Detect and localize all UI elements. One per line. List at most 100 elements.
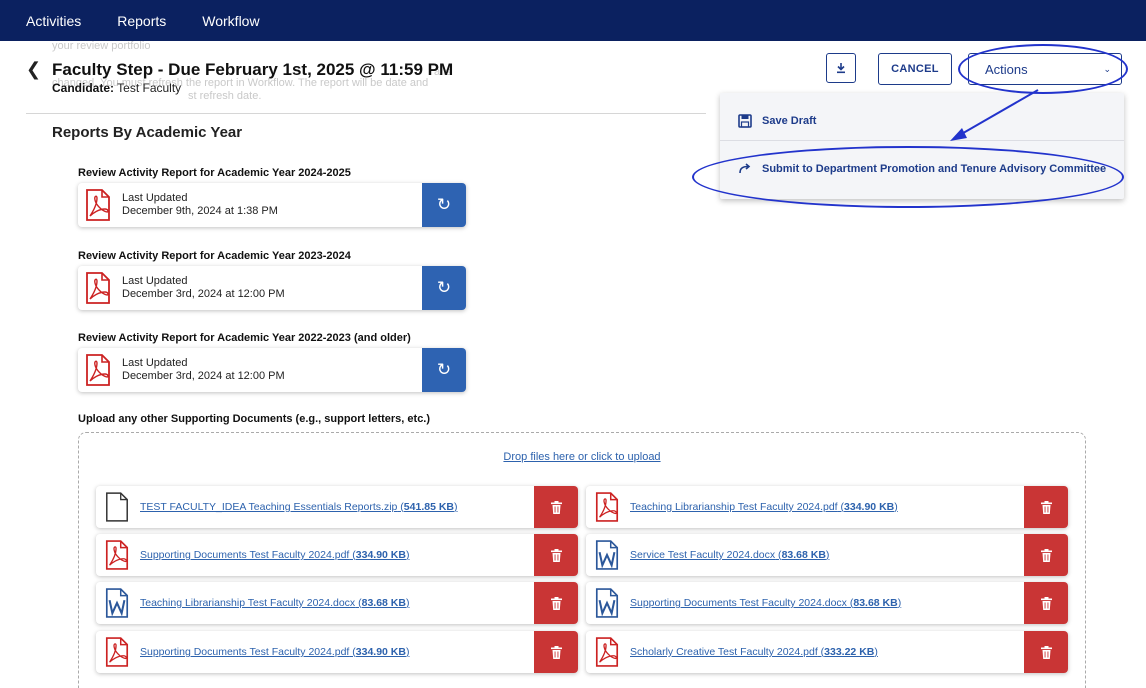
report-heading: Review Activity Report for Academic Year…	[78, 250, 351, 262]
nav-activities[interactable]: Activities	[26, 13, 81, 29]
file-name: Teaching Librarianship Test Faculty 2024…	[630, 501, 838, 513]
file-link[interactable]: Supporting Documents Test Faculty 2024.p…	[140, 549, 409, 561]
chevron-down-icon: ⌄	[1103, 63, 1111, 74]
menu-item-label: Submit to Department Promotion and Tenur…	[762, 163, 1107, 175]
file-size: 83.68 KB	[781, 549, 826, 561]
share-arrow-icon	[739, 163, 751, 174]
pdf-file-icon	[105, 540, 129, 570]
trash-icon	[1040, 645, 1052, 659]
refresh-icon: ↻	[436, 360, 452, 379]
word-file-icon	[595, 588, 619, 618]
file-link[interactable]: Service Test Faculty 2024.docx (83.68 KB…	[630, 549, 829, 561]
file-type-icon	[104, 588, 130, 618]
delete-file-button[interactable]	[534, 582, 578, 624]
file-card: Supporting Documents Test Faculty 2024.p…	[96, 534, 578, 576]
file-link[interactable]: Teaching Librarianship Test Faculty 2024…	[140, 597, 409, 609]
report-card: Last Updated December 3rd, 2024 at 12:00…	[78, 266, 466, 310]
page-title: Faculty Step - Due February 1st, 2025 @ …	[52, 60, 454, 79]
file-link[interactable]: Supporting Documents Test Faculty 2024.p…	[140, 646, 409, 658]
delete-file-button[interactable]	[1024, 631, 1068, 673]
download-icon	[837, 63, 845, 74]
file-type-icon	[104, 637, 130, 667]
file-name: Teaching Librarianship Test Faculty 2024…	[140, 597, 356, 609]
last-updated-label: Last Updated	[122, 357, 188, 369]
nav-workflow[interactable]: Workflow	[202, 13, 259, 29]
delete-file-button[interactable]	[534, 534, 578, 576]
file-link[interactable]: Supporting Documents Test Faculty 2024.d…	[630, 597, 901, 609]
word-file-icon	[595, 540, 619, 570]
file-card: Teaching Librarianship Test Faculty 2024…	[586, 486, 1068, 528]
drop-files-link[interactable]: Drop files here or click to upload	[79, 451, 1085, 463]
file-name: Scholarly Creative Test Faculty 2024.pdf	[630, 646, 818, 658]
file-link[interactable]: Scholarly Creative Test Faculty 2024.pdf…	[630, 646, 878, 658]
file-link[interactable]: Teaching Librarianship Test Faculty 2024…	[630, 501, 898, 513]
menu-item-submit[interactable]: Submit to Department Promotion and Tenur…	[720, 149, 1124, 189]
file-link[interactable]: TEST FACULTY_IDEA Teaching Essentials Re…	[140, 501, 458, 513]
report-heading: Review Activity Report for Academic Year…	[78, 167, 351, 179]
trash-icon	[550, 548, 562, 562]
word-file-icon	[105, 588, 129, 618]
pdf-file-icon	[86, 189, 110, 221]
refresh-report-button[interactable]: ↻	[422, 266, 466, 310]
cancel-button[interactable]: CANCEL	[878, 53, 952, 85]
trash-icon	[1040, 500, 1052, 514]
file-card: Service Test Faculty 2024.docx (83.68 KB…	[586, 534, 1068, 576]
file-card: Scholarly Creative Test Faculty 2024.pdf…	[586, 631, 1068, 673]
pdf-file-icon	[595, 637, 619, 667]
last-updated-label: Last Updated	[122, 192, 188, 204]
download-button[interactable]	[826, 53, 856, 83]
last-updated-value: December 3rd, 2024 at 12:00 PM	[122, 288, 285, 300]
refresh-icon: ↻	[436, 278, 452, 297]
file-size: 83.68 KB	[853, 597, 898, 609]
file-card: Supporting Documents Test Faculty 2024.p…	[96, 631, 578, 673]
delete-file-button[interactable]	[534, 486, 578, 528]
file-type-icon	[594, 637, 620, 667]
refresh-icon: ↻	[436, 195, 452, 214]
trash-icon	[550, 596, 562, 610]
delete-file-button[interactable]	[1024, 486, 1068, 528]
file-type-icon	[104, 540, 130, 570]
file-type-icon	[594, 492, 620, 522]
delete-file-button[interactable]	[1024, 534, 1068, 576]
file-card: Supporting Documents Test Faculty 2024.d…	[586, 582, 1068, 624]
trash-icon	[1040, 548, 1052, 562]
reports-section-title: Reports By Academic Year	[52, 124, 243, 141]
last-updated-value: December 9th, 2024 at 1:38 PM	[122, 205, 278, 217]
file-name: Supporting Documents Test Faculty 2024.d…	[630, 597, 847, 609]
file-size: 83.68 KB	[361, 597, 406, 609]
delete-file-button[interactable]	[534, 631, 578, 673]
menu-item-label: Save Draft	[762, 114, 817, 127]
file-type-icon	[104, 492, 130, 522]
pdf-file-icon	[105, 637, 129, 667]
background-text: your review portfolio	[52, 40, 151, 52]
candidate-line: Candidate: Test Faculty	[52, 81, 181, 95]
file-name: Service Test Faculty 2024.docx	[630, 549, 776, 561]
file-name: Supporting Documents Test Faculty 2024.p…	[140, 646, 350, 658]
back-chevron-icon[interactable]: ❮	[26, 60, 41, 78]
report-heading: Review Activity Report for Academic Year…	[78, 332, 411, 344]
nav-reports[interactable]: Reports	[117, 13, 166, 29]
file-name: TEST FACULTY_IDEA Teaching Essentials Re…	[140, 501, 398, 513]
trash-icon	[1040, 596, 1052, 610]
delete-file-button[interactable]	[1024, 582, 1068, 624]
actions-dropdown[interactable]: Actions ⌄	[968, 53, 1122, 85]
candidate-value: Test Faculty	[117, 81, 182, 95]
report-card: Last Updated December 3rd, 2024 at 12:00…	[78, 348, 466, 392]
background-text: st refresh date.	[188, 90, 262, 102]
candidate-label: Candidate:	[52, 81, 115, 95]
file-size: 541.85 KB	[403, 501, 454, 513]
actions-menu: Save Draft Submit to Department Promotio…	[720, 93, 1124, 199]
actions-label: Actions	[985, 61, 1028, 77]
upload-label: Upload any other Supporting Documents (e…	[78, 413, 431, 425]
file-size: 334.90 KB	[355, 646, 406, 658]
pdf-file-icon	[595, 492, 619, 522]
last-updated-label: Last Updated	[122, 275, 188, 287]
file-card: TEST FACULTY_IDEA Teaching Essentials Re…	[96, 486, 578, 528]
trash-icon	[550, 500, 562, 514]
pdf-file-icon	[86, 272, 110, 304]
save-icon	[738, 113, 752, 128]
menu-item-save-draft[interactable]: Save Draft	[720, 101, 1124, 141]
refresh-report-button[interactable]: ↻	[422, 183, 466, 227]
header-divider	[26, 113, 706, 114]
refresh-report-button[interactable]: ↻	[422, 348, 466, 392]
